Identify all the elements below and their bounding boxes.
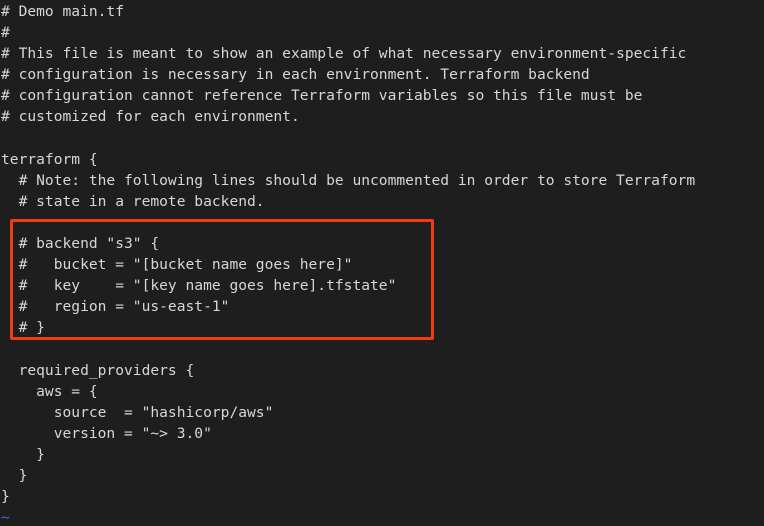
- code-line: }: [1, 488, 10, 506]
- code-line: aws = {: [1, 382, 98, 400]
- code-line: #: [1, 24, 10, 42]
- code-line: # }: [1, 319, 45, 337]
- code-line: # backend "s3" {: [1, 235, 160, 253]
- code-line: # customized for each environment.: [1, 108, 300, 126]
- code-line: # This file is meant to show an example …: [1, 45, 687, 63]
- code-line: }: [1, 467, 28, 485]
- code-content[interactable]: # Demo main.tf # # This file is meant to s…: [1, 1, 764, 526]
- code-line: # Note: the following lines should be un…: [1, 171, 696, 189]
- code-line: # region = "us-east-1": [1, 298, 230, 316]
- code-line: # configuration cannot reference Terrafo…: [1, 87, 643, 105]
- code-line: terraform {: [1, 150, 98, 168]
- code-line: # key = "[key name goes here].tfstate": [1, 277, 397, 295]
- text-editor-viewport[interactable]: # Demo main.tf # # This file is meant to s…: [0, 0, 764, 526]
- code-line: # bucket = "[bucket name goes here]": [1, 256, 353, 274]
- code-line: source = "hashicorp/aws": [1, 403, 274, 421]
- code-line: # state in a remote backend.: [1, 192, 265, 210]
- code-line: # Demo main.tf: [1, 3, 125, 20]
- code-line: }: [1, 445, 45, 463]
- code-line: version = "~> 3.0": [1, 424, 212, 442]
- code-line: required_providers {: [1, 361, 195, 379]
- end-of-buffer-marker: ~: [1, 509, 10, 526]
- code-line: # configuration is necessary in each env…: [1, 66, 590, 84]
